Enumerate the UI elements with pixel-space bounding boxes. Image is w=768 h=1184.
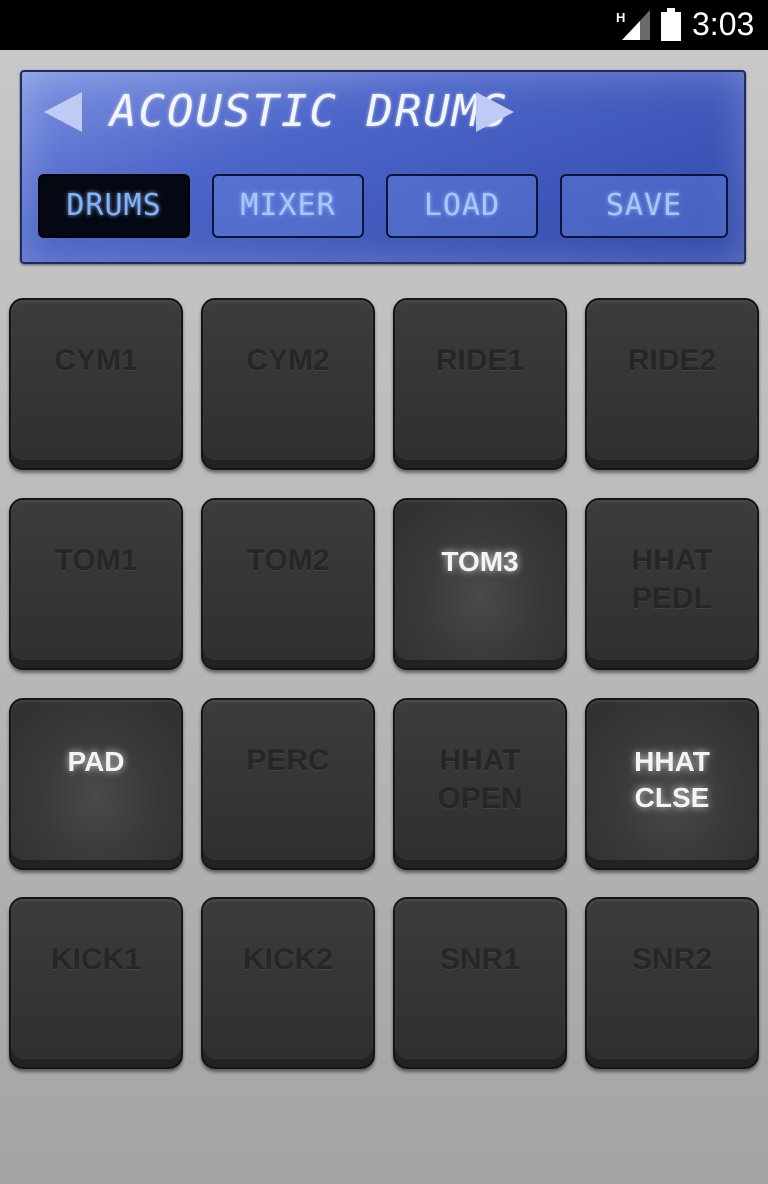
pad-label: TOM2 bbox=[246, 544, 330, 577]
pad-label: RIDE1 bbox=[435, 344, 525, 377]
pad-label: HHAT PEDL bbox=[631, 544, 713, 615]
pad-cym2[interactable]: CYM2 bbox=[201, 298, 375, 470]
pad-label: HHAT OPEN bbox=[437, 744, 523, 815]
kit-name: ACOUSTIC DRUMS bbox=[110, 86, 509, 137]
pad-label: RIDE2 bbox=[627, 344, 717, 377]
pad-label: KICK1 bbox=[50, 943, 141, 976]
pad-label: SNR1 bbox=[439, 943, 521, 976]
pad-kick1[interactable]: KICK1 bbox=[9, 897, 183, 1069]
pad-snr1[interactable]: SNR1 bbox=[393, 897, 567, 1069]
pad-tom1[interactable]: TOM1 bbox=[9, 498, 183, 670]
save-button[interactable]: SAVE bbox=[560, 174, 728, 238]
pad-label: TOM3 bbox=[441, 546, 519, 577]
pad-perc[interactable]: PERC bbox=[201, 698, 375, 870]
lcd-panel: ACOUSTIC DRUMS DRUMS MIXER LOAD SAVE bbox=[20, 70, 746, 264]
battery-icon bbox=[661, 8, 681, 41]
pad-label: CYM2 bbox=[246, 344, 330, 377]
mixer-button[interactable]: MIXER bbox=[212, 174, 364, 238]
status-bar: H 3:03 bbox=[0, 0, 768, 50]
triangle-right-icon[interactable] bbox=[474, 90, 516, 134]
pad-hhat-clse[interactable]: HHAT CLSE bbox=[585, 698, 759, 870]
pad-tom2[interactable]: TOM2 bbox=[201, 498, 375, 670]
triangle-left-icon[interactable] bbox=[42, 90, 84, 134]
pad-ride1[interactable]: RIDE1 bbox=[393, 298, 567, 470]
pad-tom3[interactable]: TOM3 bbox=[393, 498, 567, 670]
pad-label: KICK2 bbox=[242, 943, 333, 976]
pad-label: PAD bbox=[67, 746, 125, 777]
drums-button[interactable]: DRUMS bbox=[38, 174, 190, 238]
pad-label: HHAT CLSE bbox=[634, 746, 710, 813]
signal-icon bbox=[622, 10, 650, 40]
pad-label: SNR2 bbox=[631, 943, 713, 976]
clock: 3:03 bbox=[692, 6, 755, 42]
pad-label: PERC bbox=[246, 744, 330, 777]
pad-kick2[interactable]: KICK2 bbox=[201, 897, 375, 1069]
pad-ride2[interactable]: RIDE2 bbox=[585, 298, 759, 470]
pad-hhat-open[interactable]: HHAT OPEN bbox=[393, 698, 567, 870]
pad-label: CYM1 bbox=[54, 344, 138, 377]
pad-cym1[interactable]: CYM1 bbox=[9, 298, 183, 470]
pad-label: TOM1 bbox=[54, 544, 138, 577]
load-button[interactable]: LOAD bbox=[386, 174, 538, 238]
pad-pad[interactable]: PAD bbox=[9, 698, 183, 870]
pad-snr2[interactable]: SNR2 bbox=[585, 897, 759, 1069]
pad-hhat-pedl[interactable]: HHAT PEDL bbox=[585, 498, 759, 670]
